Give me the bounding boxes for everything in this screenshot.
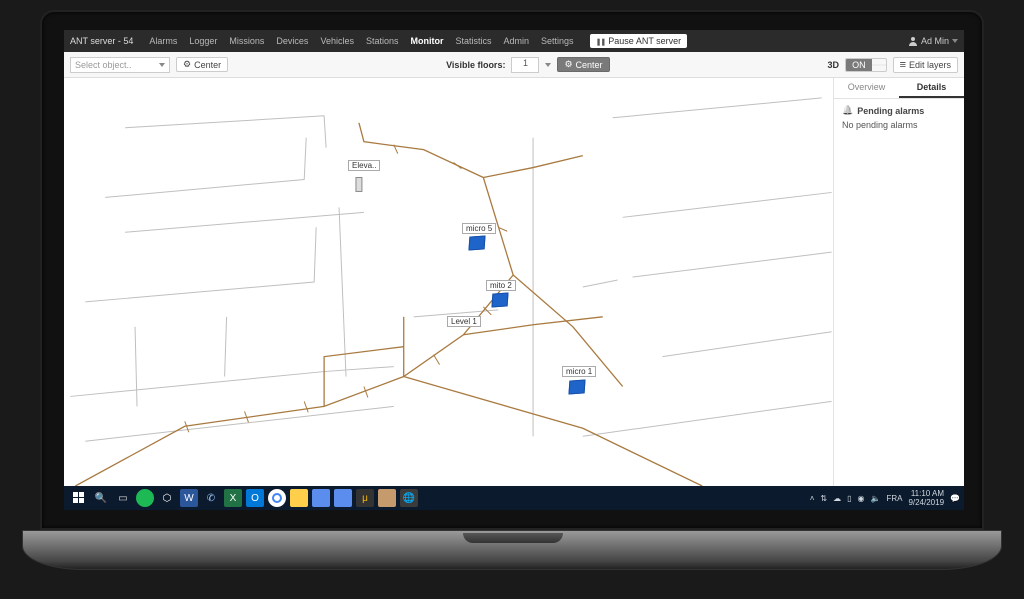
- chevron-down-icon: [952, 39, 958, 43]
- screen: ANT server - 54 Alarms Logger Missions D…: [64, 30, 964, 510]
- tray-cloud-icon[interactable]: ☁: [833, 494, 841, 503]
- app-topbar: ANT server - 54 Alarms Logger Missions D…: [64, 30, 964, 52]
- chevron-down-icon: [159, 63, 165, 67]
- nav-vehicles[interactable]: Vehicles: [320, 36, 354, 46]
- search-icon[interactable]: 🔍: [92, 489, 110, 507]
- map-label-elevator: Eleva..: [348, 160, 380, 171]
- nav-stations[interactable]: Stations: [366, 36, 399, 46]
- tab-details[interactable]: Details: [899, 78, 964, 98]
- app-icon[interactable]: 🌐: [400, 489, 418, 507]
- windows-taskbar: 🔍 ▭ ⬡ W ✆ X O μ 🌐 ˄ ⇅: [64, 486, 964, 510]
- nav-alarms[interactable]: Alarms: [149, 36, 177, 46]
- map-label-level1: Level 1: [447, 316, 481, 327]
- pause-server-button[interactable]: Pause ANT server: [590, 34, 688, 48]
- nav-settings[interactable]: Settings: [541, 36, 574, 46]
- gear-icon: [564, 59, 572, 70]
- edit-layers-button[interactable]: Edit layers: [893, 57, 958, 73]
- layers-icon: [900, 59, 906, 71]
- vehicle-micro1[interactable]: [568, 379, 585, 394]
- nav-monitor[interactable]: Monitor: [411, 36, 444, 46]
- tab-overview[interactable]: Overview: [834, 78, 899, 98]
- map-canvas[interactable]: Eleva.. Level 1 micro 5 mito 2 micro 1: [64, 78, 834, 486]
- app-icon[interactable]: [312, 489, 330, 507]
- tray-clock[interactable]: 11:10 AM 9/24/2019: [908, 489, 944, 507]
- user-menu[interactable]: Ad Min: [908, 36, 958, 46]
- app-icon[interactable]: W: [180, 489, 198, 507]
- vehicle-mito2[interactable]: [491, 292, 508, 307]
- toolbar: Select object.. Center Visible floors: 1…: [64, 52, 964, 78]
- laptop-hinge: [22, 530, 1002, 570]
- center-label: Center: [194, 60, 221, 70]
- app-icon[interactable]: ⬡: [158, 489, 176, 507]
- app-icon[interactable]: O: [246, 489, 264, 507]
- taskview-icon[interactable]: ▭: [114, 489, 132, 507]
- 3d-toggle-on: ON: [846, 59, 872, 71]
- tray-battery-icon[interactable]: ▯: [847, 494, 851, 503]
- tray-lang[interactable]: FRA: [886, 494, 902, 503]
- start-button[interactable]: [70, 489, 88, 507]
- center-button-mid[interactable]: Center: [557, 57, 609, 72]
- map-svg: [64, 78, 833, 486]
- tray-network-icon[interactable]: ⇅: [820, 494, 827, 503]
- bell-icon: [842, 105, 853, 116]
- vehicle-label-micro1[interactable]: micro 1: [562, 366, 596, 377]
- object-select-placeholder: Select object..: [75, 60, 132, 70]
- object-select[interactable]: Select object..: [70, 57, 170, 73]
- nav-logger[interactable]: Logger: [189, 36, 217, 46]
- vehicle-label-micro5[interactable]: micro 5: [462, 223, 496, 234]
- nav-devices[interactable]: Devices: [276, 36, 308, 46]
- system-tray[interactable]: ˄ ⇅ ☁ ▯ ◉ 🔈 FRA 11:10 AM 9/24/2019 💬: [810, 489, 960, 507]
- tray-wifi-icon[interactable]: ◉: [857, 494, 864, 503]
- tray-action-center-icon[interactable]: 💬: [950, 494, 960, 503]
- app-icon[interactable]: X: [224, 489, 242, 507]
- pending-alarms-body: No pending alarms: [842, 120, 956, 130]
- app-icon[interactable]: [268, 489, 286, 507]
- laptop-frame: ANT server - 54 Alarms Logger Missions D…: [40, 10, 984, 550]
- pause-icon: [596, 36, 606, 46]
- tray-volume-icon[interactable]: 🔈: [870, 494, 880, 503]
- side-panel: Overview Details Pending alarms No pendi…: [834, 78, 964, 486]
- user-icon: [908, 36, 918, 46]
- pending-alarms-label: Pending alarms: [857, 106, 924, 116]
- floor-input[interactable]: 1: [511, 57, 539, 73]
- nav-statistics[interactable]: Statistics: [456, 36, 492, 46]
- tray-chevron-up-icon[interactable]: ˄: [810, 494, 815, 503]
- tray-date: 9/24/2019: [908, 498, 944, 507]
- vehicle-micro5[interactable]: [468, 235, 485, 250]
- nav-admin[interactable]: Admin: [504, 36, 530, 46]
- center-button-left[interactable]: Center: [176, 57, 228, 72]
- laptop-notch: [463, 533, 563, 543]
- pause-label: Pause ANT server: [608, 36, 681, 46]
- app-icon[interactable]: [136, 489, 154, 507]
- visible-floors-label: Visible floors:: [446, 60, 505, 70]
- tray-time: 11:10 AM: [908, 489, 944, 498]
- app-icon[interactable]: ✆: [202, 489, 220, 507]
- main-body: Eleva.. Level 1 micro 5 mito 2 micro 1 O…: [64, 78, 964, 486]
- vehicle-label-mito2[interactable]: mito 2: [486, 280, 516, 291]
- center-label: Center: [576, 60, 603, 70]
- app-icon[interactable]: μ: [356, 489, 374, 507]
- sidepanel-tabs: Overview Details: [834, 78, 964, 99]
- user-label: Ad Min: [921, 36, 949, 46]
- 3d-label: 3D: [828, 60, 840, 70]
- edit-layers-label: Edit layers: [909, 60, 951, 70]
- gear-icon: [183, 59, 191, 70]
- app-icon[interactable]: [378, 489, 396, 507]
- explorer-icon[interactable]: [290, 489, 308, 507]
- app-title: ANT server - 54: [70, 36, 133, 46]
- screen-bezel: ANT server - 54 Alarms Logger Missions D…: [40, 10, 984, 530]
- 3d-toggle[interactable]: ON: [845, 58, 887, 72]
- pending-alarms-header: Pending alarms: [842, 105, 956, 116]
- app-icon[interactable]: [334, 489, 352, 507]
- sidepanel-section: Pending alarms No pending alarms: [834, 99, 964, 136]
- chevron-down-icon[interactable]: [545, 63, 551, 67]
- nav-missions[interactable]: Missions: [229, 36, 264, 46]
